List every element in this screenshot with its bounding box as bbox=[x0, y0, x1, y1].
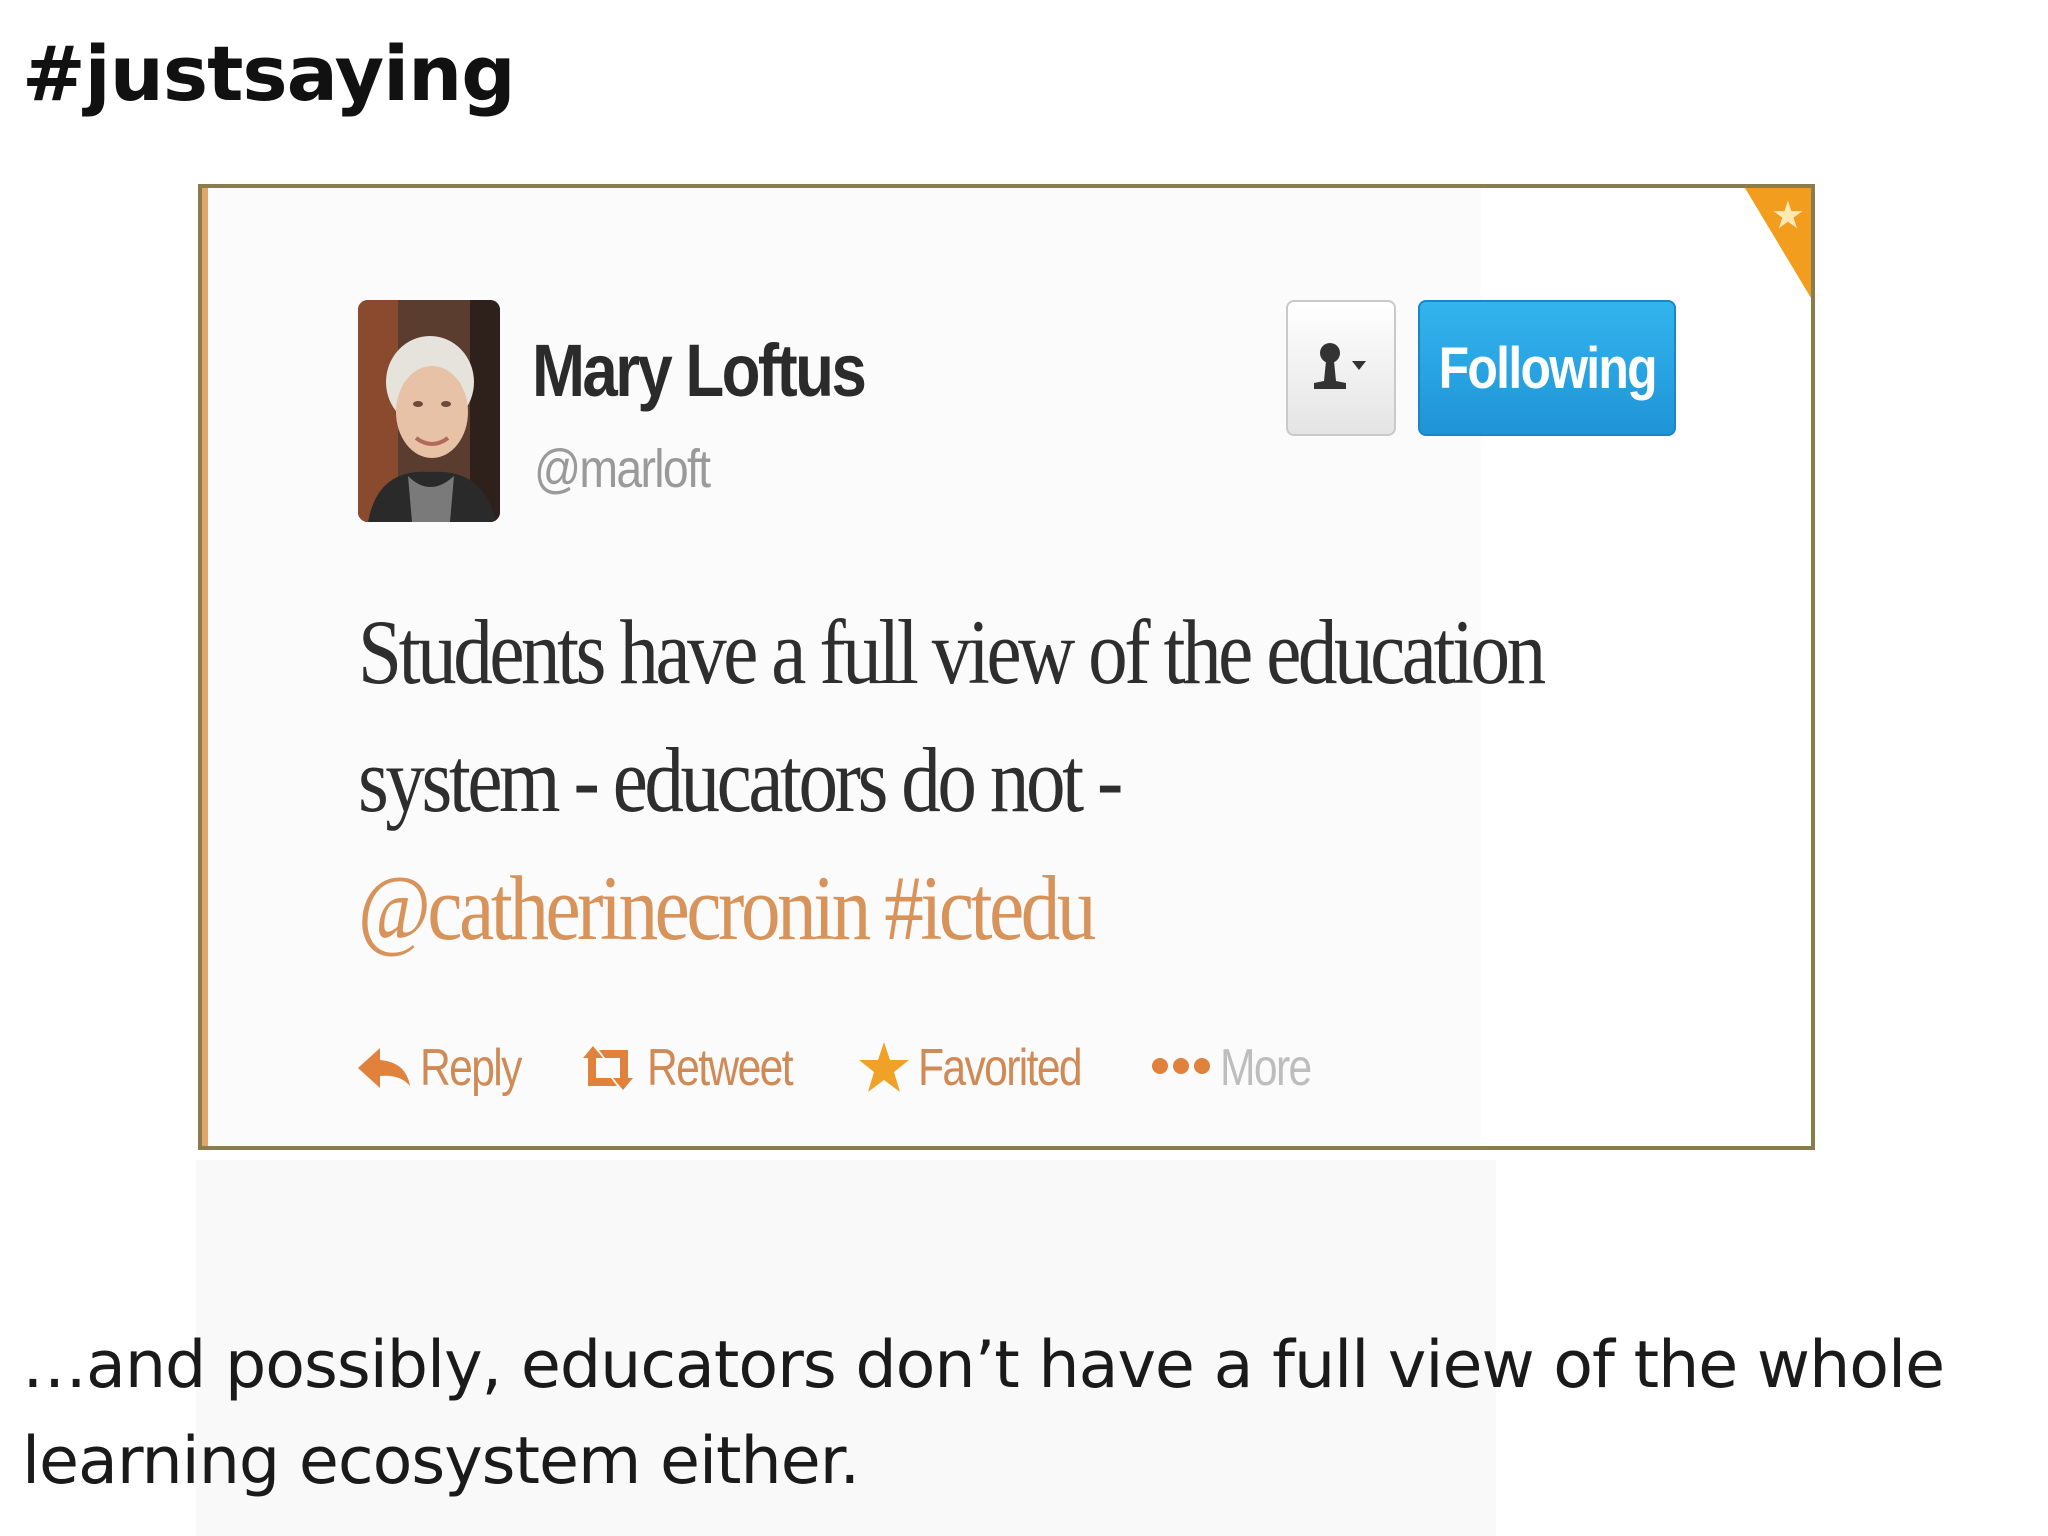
favorited-label: Favorited bbox=[917, 1039, 1083, 1097]
star-icon bbox=[858, 1042, 909, 1092]
slide-title: #justsaying bbox=[22, 29, 516, 118]
user-dropdown-icon bbox=[1314, 343, 1366, 389]
following-button[interactable]: Following bbox=[1418, 300, 1676, 436]
slide: #justsaying ★ Mary Loftus @marloft Follo… bbox=[0, 0, 2048, 1536]
tweet-card: ★ Mary Loftus @marloft Following Student… bbox=[198, 184, 1815, 1150]
favorite-corner-star-icon: ★ bbox=[1770, 193, 1805, 237]
more-dots-icon bbox=[1152, 1058, 1211, 1074]
following-label: Following bbox=[1438, 335, 1657, 401]
mention-link[interactable]: @catherinecronin bbox=[358, 857, 871, 959]
slide-caption: …and possibly, educators don’t have a fu… bbox=[22, 1328, 1945, 1499]
reply-label: Reply bbox=[420, 1039, 522, 1097]
avatar[interactable] bbox=[358, 300, 500, 522]
tweet-actions: Reply Retweet Favorited More bbox=[356, 1028, 1365, 1108]
tweet-text-line: Students have a full view of the educati… bbox=[358, 601, 1546, 703]
user-handle[interactable]: @marloft bbox=[534, 438, 711, 500]
more-label: More bbox=[1220, 1039, 1312, 1097]
user-actions-button[interactable] bbox=[1286, 300, 1396, 436]
more-button[interactable]: More bbox=[1150, 1038, 1330, 1098]
retweet-icon bbox=[582, 1046, 633, 1090]
reply-icon bbox=[358, 1048, 410, 1088]
hashtag-link[interactable]: #ictedu bbox=[884, 857, 1096, 959]
user-name[interactable]: Mary Loftus bbox=[532, 328, 867, 413]
reply-button[interactable]: Reply bbox=[356, 1038, 543, 1098]
retweet-label: Retweet bbox=[646, 1039, 794, 1097]
tweet-text-line: system - educators do not - bbox=[358, 729, 1123, 831]
tweet-text: Students have a full view of the educati… bbox=[358, 588, 1648, 972]
favorite-button[interactable]: Favorited bbox=[858, 1038, 1117, 1098]
retweet-button[interactable]: Retweet bbox=[577, 1038, 824, 1098]
